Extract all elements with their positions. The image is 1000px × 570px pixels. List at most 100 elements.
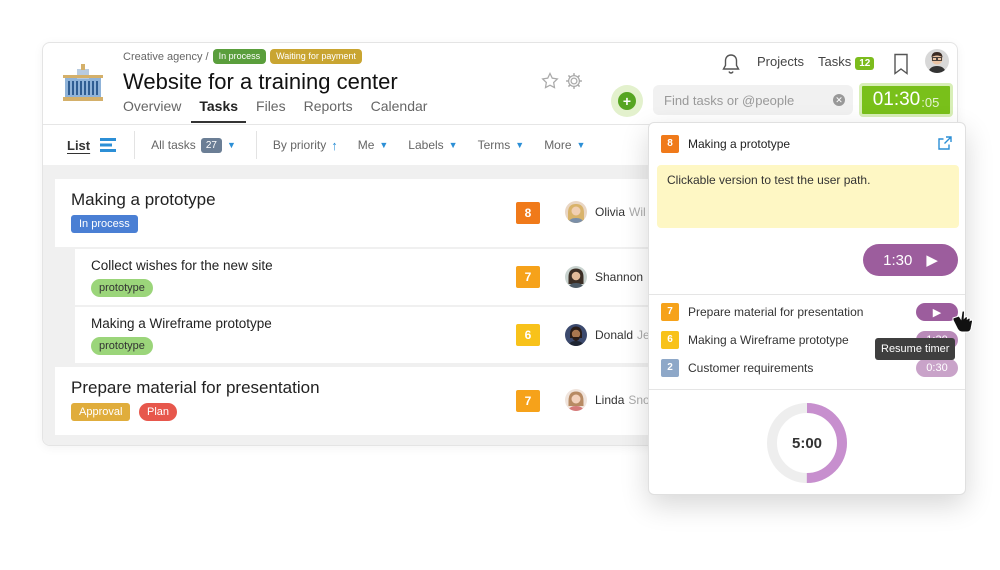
assignee-name: Linda	[595, 393, 625, 407]
priority-badge[interactable]: 7	[516, 266, 540, 288]
task-row[interactable]: Prepare material for presentation Approv…	[55, 367, 653, 435]
breadcrumb-link[interactable]: Creative agency /	[123, 51, 209, 63]
chevron-down-icon: ▼	[379, 140, 389, 150]
label-tag[interactable]: prototype	[91, 279, 153, 297]
status-badge[interactable]: Waiting for payment	[270, 49, 362, 64]
queued-task-title: Prepare material for presentation	[688, 305, 864, 319]
gear-icon[interactable]	[564, 71, 584, 91]
label-tag[interactable]: Approval	[71, 403, 131, 421]
building-logo-icon	[63, 64, 103, 101]
list-view-icon[interactable]	[100, 138, 117, 152]
timer-play-button[interactable]: 1:30 ▶	[863, 244, 958, 276]
sort-by-priority[interactable]: By priority ↑	[273, 138, 338, 153]
filter-more[interactable]: More ▼	[544, 138, 585, 152]
task-note[interactable]: Clickable version to test the user path.	[657, 165, 959, 228]
bookmark-icon[interactable]	[893, 53, 909, 75]
assignee[interactable]: Shannon	[565, 266, 643, 288]
priority-badge: 2	[661, 359, 679, 377]
task-title[interactable]: Collect wishes for the new site	[91, 258, 273, 273]
task-title[interactable]: Prepare material for presentation	[71, 378, 320, 398]
task-row[interactable]: Making a prototype In process 8 Olivia W…	[55, 179, 653, 247]
nav-projects[interactable]: Projects	[757, 54, 804, 69]
chevron-down-icon: ▼	[448, 140, 458, 150]
avatar	[565, 389, 587, 411]
queued-task[interactable]: 6 Making a Wireframe prototype	[661, 331, 849, 349]
breadcrumb: Creative agency / In process Waiting for…	[123, 49, 362, 64]
priority-badge[interactable]: 7	[516, 390, 540, 412]
task-title[interactable]: Making a prototype	[71, 190, 216, 210]
task-title[interactable]: Making a Wireframe prototype	[91, 316, 272, 331]
priority-badge: 7	[661, 303, 679, 321]
pointer-hand-icon	[952, 310, 974, 333]
priority-badge[interactable]: 6	[516, 324, 540, 346]
running-timer[interactable]: 01:30 :05	[859, 83, 953, 117]
current-task[interactable]: 8 Making a prototype	[661, 135, 790, 153]
assignee-surname: Sno	[628, 393, 650, 407]
timer-main: 01:30	[872, 89, 921, 110]
queued-task[interactable]: 7 Prepare material for presentation	[661, 303, 863, 321]
queued-task-title: Customer requirements	[688, 361, 814, 375]
status-badge[interactable]: In process	[212, 49, 267, 64]
filter-terms[interactable]: Terms ▼	[478, 138, 525, 152]
filter-me[interactable]: Me ▼	[358, 138, 389, 152]
star-icon[interactable]	[540, 71, 560, 91]
filter-terms-label: Terms	[477, 138, 511, 152]
status-tag[interactable]: In process	[71, 215, 138, 233]
resume-timer-tooltip: Resume timer	[875, 338, 956, 360]
bell-icon[interactable]	[721, 53, 741, 75]
page-title: Website for a training center	[123, 69, 398, 94]
priority-badge[interactable]: 8	[516, 202, 540, 224]
user-avatar[interactable]	[925, 49, 949, 73]
search-box: ✕	[653, 85, 853, 115]
nav-tasks[interactable]: Tasks 12	[817, 54, 875, 70]
assignee-name: Shannon	[595, 270, 644, 284]
chevron-down-icon: ▼	[515, 140, 525, 150]
divider	[649, 389, 965, 390]
chevron-down-icon: ▼	[576, 140, 586, 150]
subtask-row[interactable]: Collect wishes for the new site prototyp…	[75, 249, 653, 305]
assignee[interactable]: Olivia Wil	[565, 201, 646, 223]
tab-files[interactable]: Files	[256, 98, 286, 123]
tab-calendar[interactable]: Calendar	[371, 98, 428, 123]
project-tabs: Overview Tasks Files Reports Calendar	[123, 98, 427, 123]
label-tag[interactable]: Plan	[139, 403, 178, 421]
timer-value: 1:30	[883, 251, 913, 269]
assignee-name: Olivia	[595, 205, 626, 219]
filter-labels[interactable]: Labels ▼	[408, 138, 457, 152]
top-nav: Projects Tasks 12	[757, 54, 875, 70]
assignee[interactable]: Linda Sno	[565, 389, 650, 411]
nav-tasks-label: Tasks	[817, 54, 852, 69]
play-icon: ▶	[926, 252, 938, 269]
timer-seconds: :05	[921, 94, 940, 110]
queued-task[interactable]: 2 Customer requirements	[661, 359, 813, 377]
play-icon: ▶	[932, 306, 942, 319]
current-task-title: Making a prototype	[688, 137, 791, 151]
toolbar-divider	[134, 131, 136, 159]
assignee-surname: Wil	[629, 205, 646, 219]
toolbar-divider	[255, 131, 257, 159]
subtask-row[interactable]: Making a Wireframe prototype prototype 6…	[75, 307, 653, 363]
avatar	[565, 324, 587, 346]
project-header: Creative agency / In process Waiting for…	[43, 43, 957, 125]
assignee[interactable]: Donald Je	[565, 324, 650, 346]
avatar	[565, 266, 587, 288]
task-count-badge: 27	[200, 137, 222, 153]
timer-panel: 8 Making a prototype Clickable version t…	[648, 122, 966, 495]
add-task-button[interactable]: +	[611, 85, 643, 117]
filter-all-tasks[interactable]: All tasks 27 ▼	[151, 137, 236, 153]
tab-reports[interactable]: Reports	[304, 98, 353, 123]
search-input[interactable]	[653, 85, 823, 115]
label-tag[interactable]: prototype	[91, 337, 153, 355]
plus-icon: +	[618, 92, 636, 110]
tab-tasks[interactable]: Tasks	[191, 98, 246, 123]
view-list[interactable]: List	[67, 138, 90, 153]
filter-all-tasks-label: All tasks	[151, 138, 196, 152]
queued-timer-button[interactable]: 0:30	[916, 359, 958, 377]
open-external-icon[interactable]	[937, 135, 953, 151]
divider	[649, 294, 965, 295]
filter-more-label: More	[544, 138, 572, 152]
priority-badge: 8	[661, 135, 679, 153]
queued-timer-value: 0:30	[926, 362, 948, 374]
tab-overview[interactable]: Overview	[123, 98, 181, 123]
clear-search-icon[interactable]: ✕	[833, 94, 845, 106]
